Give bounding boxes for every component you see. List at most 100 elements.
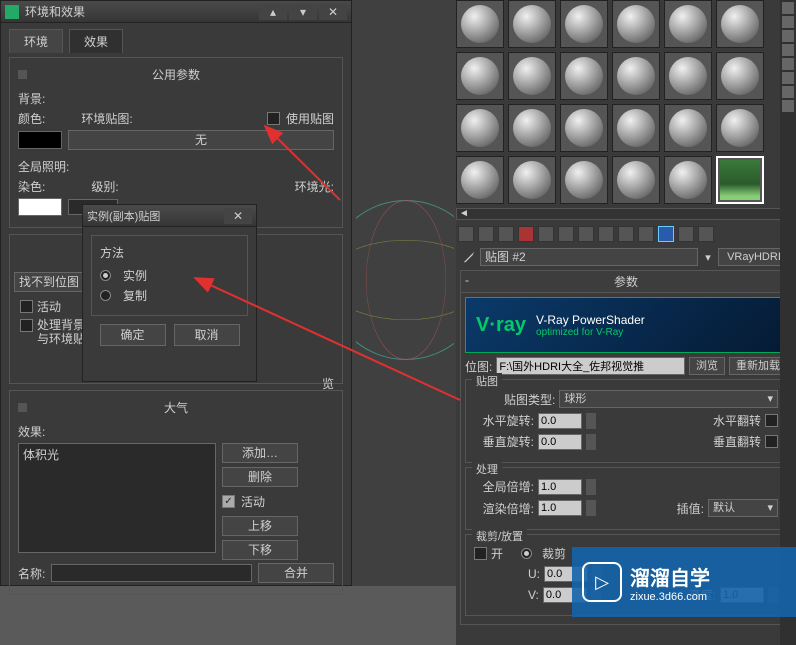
tab-environment[interactable]: 环境 [9, 29, 63, 53]
material-id-icon[interactable] [598, 226, 614, 242]
material-slot-selected[interactable] [716, 156, 764, 204]
assign-icon[interactable] [498, 226, 514, 242]
options-side-icon[interactable] [782, 86, 794, 98]
material-slot[interactable] [508, 0, 556, 48]
map-type-dropdown[interactable]: 球形 [559, 390, 778, 408]
effect-name-input[interactable] [51, 564, 252, 582]
radio-instance[interactable] [100, 270, 111, 281]
material-slot[interactable] [456, 104, 504, 152]
move-down-button[interactable]: 下移 [222, 540, 298, 560]
material-slot[interactable] [560, 52, 608, 100]
interp-dropdown[interactable]: 默认 [708, 499, 778, 517]
spinner-buttons[interactable] [586, 500, 596, 516]
radio-copy-row[interactable]: 复制 [100, 287, 239, 304]
make-copy-icon[interactable] [538, 226, 554, 242]
get-material-icon[interactable] [458, 226, 474, 242]
sample-uv-icon[interactable] [782, 44, 794, 56]
h-rotation-spinner[interactable]: 0.0 [538, 413, 582, 429]
material-slot[interactable] [456, 52, 504, 100]
close-button[interactable]: ✕ [319, 4, 347, 20]
use-map-checkbox[interactable] [267, 112, 280, 125]
render-mult-spinner[interactable]: 1.0 [538, 500, 582, 516]
put-to-scene-icon[interactable] [478, 226, 494, 242]
merge-button[interactable]: 合并 [258, 563, 334, 583]
v-rotation-spinner[interactable]: 0.0 [538, 434, 582, 450]
material-slot[interactable] [456, 0, 504, 48]
options-icon[interactable] [698, 226, 714, 242]
overall-mult-spinner[interactable]: 1.0 [538, 479, 582, 495]
spinner-buttons[interactable] [586, 434, 596, 450]
spinner-buttons[interactable] [586, 479, 596, 495]
show-end-result-icon[interactable] [638, 226, 654, 242]
env-dialog-titlebar[interactable]: 环境和效果 ▴ ▾ ✕ [1, 1, 351, 23]
material-slot[interactable] [664, 52, 712, 100]
slots-scrollbar[interactable] [456, 208, 796, 220]
put-to-library-icon[interactable] [578, 226, 594, 242]
instance-dialog-titlebar[interactable]: 实例(副本)贴图 ✕ [83, 205, 256, 227]
ok-button[interactable]: 确定 [100, 324, 166, 346]
env-map-slot-button[interactable]: 无 [68, 130, 334, 150]
name-label: 名称: [18, 565, 45, 582]
parameters-title[interactable]: 参数 [461, 271, 791, 293]
material-slot[interactable] [508, 156, 556, 204]
backlight-icon[interactable] [782, 16, 794, 28]
eyedropper-icon[interactable] [462, 250, 476, 264]
move-up-button[interactable]: 上移 [222, 516, 298, 536]
material-slot[interactable] [664, 0, 712, 48]
reset-icon[interactable] [518, 226, 534, 242]
atmosphere-effects-list[interactable]: 体积光 [18, 443, 216, 553]
add-effect-button[interactable]: 添加… [222, 443, 298, 463]
material-slot[interactable] [560, 104, 608, 152]
material-name-field[interactable]: 贴图 #2 [480, 248, 698, 266]
material-slot[interactable] [612, 0, 660, 48]
material-slot[interactable] [664, 104, 712, 152]
crop-radio[interactable] [521, 548, 532, 559]
radio-copy[interactable] [100, 290, 111, 301]
material-slot[interactable] [508, 104, 556, 152]
material-slot[interactable] [716, 104, 764, 152]
material-slot[interactable] [508, 52, 556, 100]
show-map-icon[interactable] [618, 226, 634, 242]
maximize-button[interactable]: ▾ [289, 4, 317, 20]
material-slot[interactable] [716, 52, 764, 100]
go-to-parent-icon[interactable] [658, 226, 674, 242]
material-slot[interactable] [456, 156, 504, 204]
method-group: 方法 实例 复制 [91, 235, 248, 316]
process-bg-checkbox[interactable] [20, 319, 33, 332]
material-slot[interactable] [612, 104, 660, 152]
minimize-button[interactable]: ▴ [259, 4, 287, 20]
radio-instance-row[interactable]: 实例 [100, 267, 239, 284]
spinner-buttons[interactable] [586, 413, 596, 429]
active-exposure-checkbox[interactable] [20, 300, 33, 313]
reload-button[interactable]: 重新加载 [729, 357, 787, 375]
material-slot[interactable] [716, 0, 764, 48]
select-by-mat-icon[interactable] [782, 100, 794, 112]
active-checkbox[interactable] [222, 495, 235, 508]
make-preview-icon[interactable] [782, 72, 794, 84]
find-bitmap-button[interactable]: 找不到位图 [14, 272, 84, 292]
go-forward-icon[interactable] [678, 226, 694, 242]
delete-effect-button[interactable]: 删除 [222, 467, 298, 487]
material-slot[interactable] [664, 156, 712, 204]
name-dropdown-icon[interactable]: ▾ [702, 251, 714, 264]
browse-button[interactable]: 浏览 [689, 357, 725, 375]
v-flip-checkbox[interactable] [765, 435, 778, 448]
instance-close-button[interactable]: ✕ [224, 208, 252, 224]
material-slot[interactable] [560, 0, 608, 48]
material-slot[interactable] [612, 156, 660, 204]
make-unique-icon[interactable] [558, 226, 574, 242]
list-item[interactable]: 体积光 [23, 446, 211, 463]
tab-effects[interactable]: 效果 [69, 29, 123, 53]
h-flip-checkbox[interactable] [765, 414, 778, 427]
background-color-swatch[interactable] [18, 131, 62, 149]
background-icon[interactable] [782, 30, 794, 42]
material-slots [456, 0, 796, 222]
sample-type-icon[interactable] [782, 2, 794, 14]
crop-on-checkbox[interactable] [474, 547, 487, 560]
material-slot[interactable] [560, 156, 608, 204]
material-slot[interactable] [612, 52, 660, 100]
video-check-icon[interactable] [782, 58, 794, 70]
cancel-button[interactable]: 取消 [174, 324, 240, 346]
bitmap-path-input[interactable]: F:\国外HDRI大全_佐邦视觉推 [496, 357, 685, 375]
tint-color-swatch[interactable] [18, 198, 62, 216]
